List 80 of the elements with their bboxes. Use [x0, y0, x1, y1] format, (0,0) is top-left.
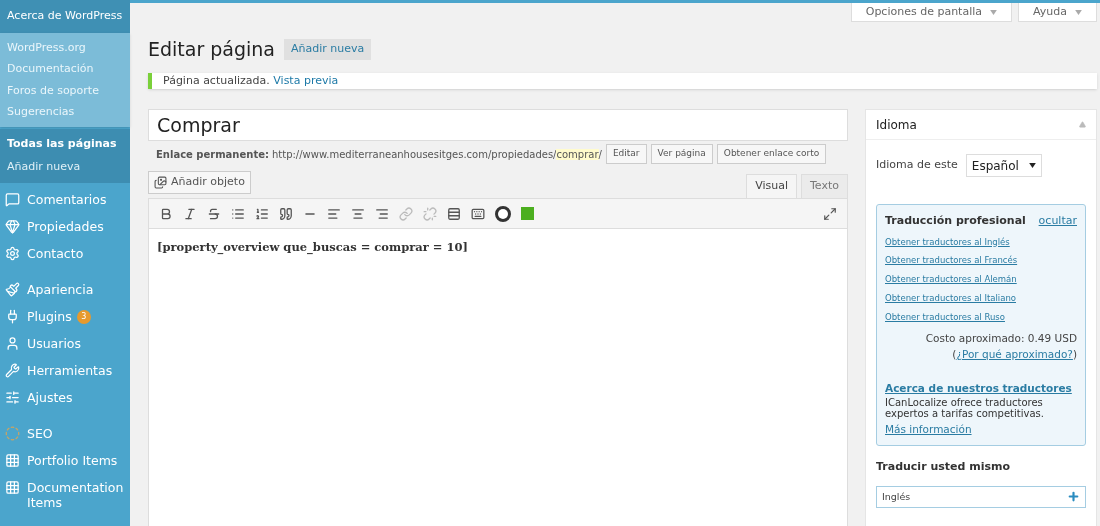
fullscreen-icon[interactable]: [823, 206, 837, 221]
plus-icon[interactable]: [1067, 490, 1080, 504]
grid-icon: [5, 453, 20, 468]
gear-icon: [5, 246, 20, 261]
bold-icon[interactable]: [159, 206, 173, 221]
translator-link[interactable]: Obtener traductores al Inglés: [885, 235, 1077, 249]
collapse-icon[interactable]: [1079, 121, 1086, 128]
keyboard-icon[interactable]: [471, 206, 485, 221]
menu-item[interactable]: Usuarios: [0, 330, 130, 357]
comment-icon: [5, 192, 20, 207]
description-text: ICanLocalize ofrece traductores expertos a tarifas competitivas.: [885, 396, 1045, 419]
top-menu-button[interactable]: Ayuda: [1018, 3, 1097, 22]
shortcode-text: [property_overview que_buscas = comprar = 10]: [157, 239, 469, 256]
submenu-item[interactable]: Todas las páginas: [0, 133, 130, 156]
user-icon: [5, 336, 20, 351]
permalink-url[interactable]: http://www.mediterraneanhousesitges.com/propiedades/comprar/: [271, 146, 602, 162]
permalink-button[interactable]: Ver página: [650, 144, 713, 164]
menu-item[interactable]: Comentarios: [0, 186, 130, 213]
why-text: (¿Por qué aproximado?): [951, 347, 1077, 362]
gem-icon: [5, 219, 20, 234]
align-right-icon[interactable]: [375, 206, 389, 221]
add-media-button[interactable]: Añadir objeto: [148, 171, 251, 194]
media-icon: [154, 176, 167, 189]
menu-item[interactable]: Contacto: [0, 240, 130, 267]
quote-icon[interactable]: [279, 206, 293, 221]
box-title: Traducción profesional: [885, 213, 1026, 229]
top-menu-button[interactable]: Opciones de pantalla: [850, 3, 1012, 22]
menu-item[interactable]: Apariencia: [0, 276, 130, 303]
menu-item[interactable]: Documentation Items: [0, 474, 130, 516]
menu-item[interactable]: Propiedades: [0, 213, 130, 240]
notice-text: Página actualizada.: [163, 72, 271, 89]
language-label: Idioma de este: [876, 157, 958, 174]
language-row[interactable]: Inglés: [876, 485, 1086, 508]
plug-icon: [5, 309, 20, 324]
menu-item[interactable]: Portfolio Items: [0, 447, 130, 474]
sliders-icon: [5, 390, 20, 405]
editor-tab[interactable]: Texto: [801, 174, 848, 198]
permalink-label: Enlace permanente:: [156, 147, 269, 162]
about-link[interactable]: Acerca de nuestros traductores: [885, 380, 1077, 397]
italic-icon[interactable]: [183, 206, 197, 221]
why-link[interactable]: ¿Por qué aproximado?: [956, 348, 1073, 360]
wrench-icon: [5, 363, 20, 378]
menu-item[interactable]: Ajustes: [0, 384, 130, 411]
language-name: Inglés: [882, 489, 911, 504]
submenu-item[interactable]: Añadir nueva: [0, 156, 130, 179]
grid-icon: [5, 480, 20, 495]
align-center-icon[interactable]: [351, 206, 365, 221]
translator-link[interactable]: Obtener traductores al Ruso: [885, 310, 1077, 324]
panel-title: Idioma: [876, 116, 917, 134]
align-left-icon[interactable]: [327, 206, 341, 221]
menu-item[interactable]: Herramientas: [0, 357, 130, 384]
title-field[interactable]: Comprar: [148, 109, 848, 141]
translator-link[interactable]: Obtener traductores al Francés: [885, 254, 1077, 267]
paintbrush-icon: [5, 282, 20, 297]
update-count: 3: [76, 309, 91, 324]
cost-text: Costo aproximado: 0.49 USD: [924, 331, 1077, 347]
ring-icon: [5, 426, 20, 441]
translator-link[interactable]: Obtener traductores al Italiano: [885, 291, 1077, 305]
read-more-icon[interactable]: [447, 206, 461, 221]
preview-link[interactable]: Vista previa: [273, 72, 339, 89]
translator-link[interactable]: Obtener traductores al Alemán: [885, 273, 1077, 286]
caret-icon: [1028, 163, 1036, 168]
menu-item[interactable]: Plugins 3: [0, 303, 130, 330]
more-info-link[interactable]: Más información: [885, 421, 1077, 438]
add-new-button[interactable]: Añadir nueva: [284, 38, 372, 60]
bullet-list-icon[interactable]: [231, 206, 245, 221]
section-title: Traducir usted mismo: [875, 459, 1011, 476]
menu-item[interactable]: SEO: [0, 420, 130, 447]
language-select[interactable]: Español: [965, 154, 1042, 177]
caret-icon: [1075, 9, 1082, 15]
hide-link[interactable]: ocultar: [1038, 213, 1077, 230]
permalink-button[interactable]: Editar: [605, 144, 647, 164]
editor-tab[interactable]: Visual: [746, 174, 797, 198]
caret-icon: [990, 9, 997, 15]
permalink-button[interactable]: Obtener enlace corto: [716, 144, 827, 164]
page-title: Editar página: [148, 37, 276, 62]
strikethrough-icon[interactable]: [207, 206, 221, 221]
editor-content[interactable]: [property_overview que_buscas = comprar = 10]: [148, 229, 848, 526]
numbered-list-icon[interactable]: [255, 206, 269, 221]
flyout-title[interactable]: Acerca de WordPress: [0, 0, 130, 33]
